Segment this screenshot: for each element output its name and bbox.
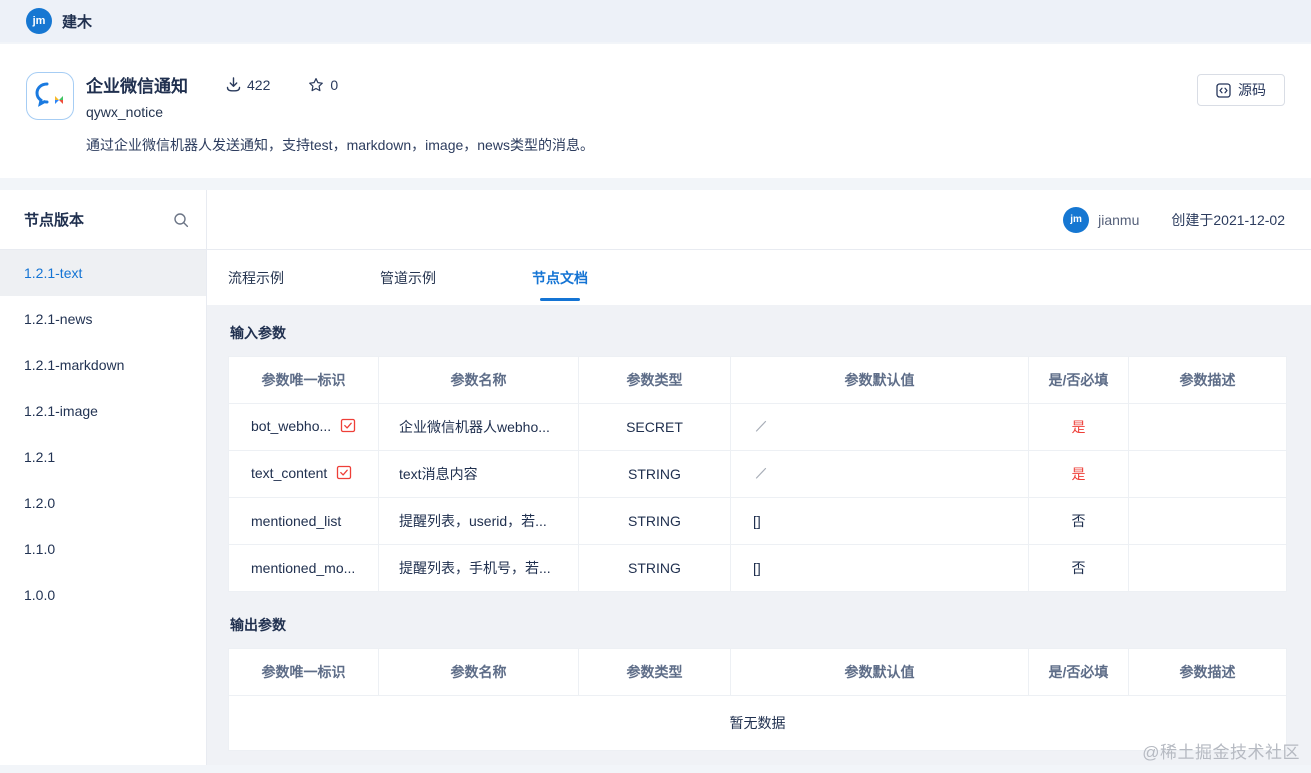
param-id: text_content — [251, 464, 328, 481]
author-name: jianmu — [1098, 211, 1140, 228]
topbar: jm 建木 — [0, 0, 1311, 42]
node-description: 通过企业微信机器人发送通知，支持test，markdown，image，news… — [86, 137, 594, 153]
wecom-node-icon — [26, 72, 74, 120]
star-icon — [308, 77, 324, 93]
table-row: mentioned_list 提醒列表，userid，若... STRING [… — [228, 497, 1287, 545]
col-param-desc: 参数描述 — [1128, 356, 1287, 404]
download-icon — [226, 77, 241, 92]
page-title: 企业微信通知 — [86, 77, 188, 96]
input-params-table: 参数唯一标识 参数名称 参数类型 参数默认值 是/否必填 参数描述 bot_we… — [228, 356, 1287, 592]
search-icon[interactable] — [172, 211, 190, 229]
col-param-ref: 参数唯一标识 — [228, 356, 379, 404]
param-name: 企业微信机器人webho... — [378, 403, 579, 451]
code-icon — [1216, 82, 1231, 98]
empty-value-slash-icon — [753, 418, 769, 437]
col-param-required: 是/否必填 — [1028, 356, 1129, 404]
tab-bar: 流程示例 管道示例 节点文档 — [207, 250, 1311, 305]
version-item-1-2-1-text[interactable]: 1.2.1-text — [0, 250, 206, 296]
tab-pipeline-example[interactable]: 管道示例 — [380, 250, 436, 305]
param-id: bot_webho... — [251, 417, 332, 434]
version-item-1-2-0[interactable]: 1.2.0 — [0, 480, 206, 526]
param-desc — [1128, 544, 1287, 592]
required-checkbox-icon — [336, 465, 352, 484]
col-param-desc: 参数描述 — [1128, 648, 1287, 696]
col-param-type: 参数类型 — [578, 648, 731, 696]
col-param-ref: 参数唯一标识 — [228, 648, 379, 696]
param-id: mentioned_mo... — [251, 560, 356, 576]
download-count: 422 — [226, 77, 270, 93]
required-checkbox-icon — [340, 418, 356, 437]
param-type: STRING — [578, 544, 731, 592]
node-header-card: 企业微信通知 422 0 qywx_notice 通过企业微信机器人发送通知，支… — [0, 44, 1311, 178]
author-avatar: jm — [1063, 206, 1090, 233]
content-area: jm jianmu 创建于2021-12-02 流程示例 管道示例 节点文档 输… — [207, 190, 1311, 765]
node-doc-panel: 输入参数 参数唯一标识 参数名称 参数类型 参数默认值 是/否必填 参数描述 b… — [207, 305, 1311, 765]
param-name: text消息内容 — [378, 450, 579, 498]
param-type: STRING — [578, 497, 731, 545]
created-date: 创建于2021-12-02 — [1171, 211, 1285, 228]
version-item-1-2-1-markdown[interactable]: 1.2.1-markdown — [0, 342, 206, 388]
no-data-text: 暂无数据 — [228, 695, 1287, 751]
output-params-title: 输出参数 — [230, 617, 286, 633]
source-code-button[interactable]: 源码 — [1197, 74, 1285, 106]
empty-value-slash-icon — [753, 465, 769, 484]
param-name: 提醒列表，手机号，若... — [378, 544, 579, 592]
version-item-1-2-1-news[interactable]: 1.2.1-news — [0, 296, 206, 342]
brand-name: 建木 — [62, 13, 93, 31]
version-list: 1.2.1-text 1.2.1-news 1.2.1-markdown 1.2… — [0, 250, 206, 618]
param-desc — [1128, 497, 1287, 545]
output-params-table: 参数唯一标识 参数名称 参数类型 参数默认值 是/否必填 参数描述 暂无数据 — [228, 648, 1287, 751]
table-row: mentioned_mo... 提醒列表，手机号，若... STRING [] … — [228, 544, 1287, 592]
col-param-required: 是/否必填 — [1028, 648, 1129, 696]
version-item-1-2-1-image[interactable]: 1.2.1-image — [0, 388, 206, 434]
param-type: STRING — [578, 450, 731, 498]
empty-row: 暂无数据 — [228, 695, 1287, 751]
table-header-row: 参数唯一标识 参数名称 参数类型 参数默认值 是/否必填 参数描述 — [228, 648, 1287, 696]
param-desc — [1128, 403, 1287, 451]
param-required: 否 — [1028, 544, 1129, 592]
version-item-1-0-0[interactable]: 1.0.0 — [0, 572, 206, 618]
version-item-1-2-1[interactable]: 1.2.1 — [0, 434, 206, 480]
jianmu-logo[interactable]: jm — [26, 8, 52, 34]
param-name: 提醒列表，userid，若... — [378, 497, 579, 545]
param-required: 是 — [1028, 450, 1129, 498]
tab-node-doc[interactable]: 节点文档 — [532, 250, 588, 305]
content-header: jm jianmu 创建于2021-12-02 — [207, 190, 1311, 250]
table-row: bot_webho... 企业微信机器人webho... SECRET 是 — [228, 403, 1287, 451]
version-item-1-1-0[interactable]: 1.1.0 — [0, 526, 206, 572]
param-default: [] — [730, 544, 1029, 592]
param-desc — [1128, 450, 1287, 498]
param-required: 是 — [1028, 403, 1129, 451]
col-param-name: 参数名称 — [378, 356, 579, 404]
col-param-default: 参数默认值 — [730, 356, 1029, 404]
table-header-row: 参数唯一标识 参数名称 参数类型 参数默认值 是/否必填 参数描述 — [228, 356, 1287, 404]
table-row: text_content text消息内容 STRING 是 — [228, 450, 1287, 498]
sidebar-title: 节点版本 — [24, 212, 85, 229]
star-count[interactable]: 0 — [308, 77, 338, 93]
param-default: [] — [730, 497, 1029, 545]
param-required: 否 — [1028, 497, 1129, 545]
col-param-name: 参数名称 — [378, 648, 579, 696]
input-params-title: 输入参数 — [230, 325, 286, 341]
node-ref-name: qywx_notice — [86, 104, 164, 120]
param-id: mentioned_list — [251, 513, 342, 529]
tab-workflow-example[interactable]: 流程示例 — [228, 250, 284, 305]
col-param-type: 参数类型 — [578, 356, 731, 404]
main-panel: 节点版本 1.2.1-text 1.2.1-news 1.2.1-markdow… — [0, 190, 1311, 765]
col-param-default: 参数默认值 — [730, 648, 1029, 696]
version-sidebar: 节点版本 1.2.1-text 1.2.1-news 1.2.1-markdow… — [0, 190, 207, 765]
param-type: SECRET — [578, 403, 731, 451]
